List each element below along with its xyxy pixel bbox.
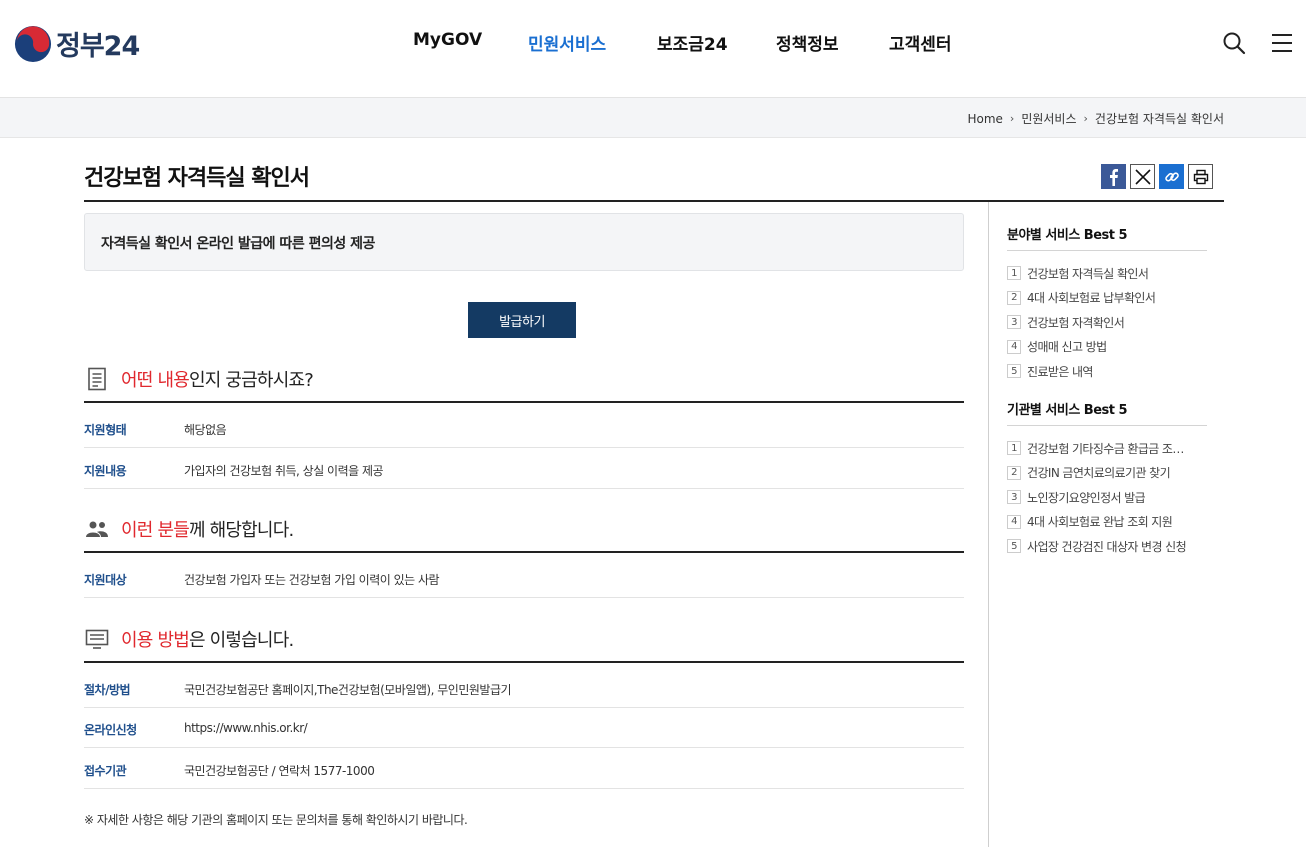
print-button[interactable]	[1188, 164, 1213, 189]
info-label: 지원대상	[84, 573, 127, 587]
menu-icon[interactable]	[1270, 31, 1294, 55]
info-label: 접수기관	[84, 764, 127, 778]
title-divider	[84, 200, 1224, 202]
facebook-share-button[interactable]	[1101, 164, 1126, 189]
print-icon	[1193, 169, 1208, 184]
section-divider	[84, 401, 964, 403]
info-label: 절차/방법	[84, 683, 131, 697]
info-row: 절차/방법 국민건강보험공단 홈페이지,The건강보험(모바일앱), 무인민원발…	[84, 668, 964, 708]
field-best-panel: 분야별 서비스 Best 5 1 건강보험 자격득실 확인서 2 4대 사회보험료 …	[1007, 224, 1207, 384]
section-title-rest: 께 해당합니다.	[188, 520, 294, 541]
nav-mygov[interactable]: MyGOV	[413, 30, 482, 50]
list-item[interactable]: 3 건강보험 자격확인서	[1007, 310, 1207, 335]
issue-button[interactable]: 발급하기	[468, 302, 576, 338]
section-title: 이런 분들께 해당합니다.	[121, 516, 294, 542]
section-how-heading: 이용 방법은 이렇습니다.	[84, 626, 964, 652]
list-item[interactable]: 5 사업장 건강검진 대상자 변경 신청	[1007, 534, 1207, 559]
list-item[interactable]: 2 4대 사회보험료 납부확인서	[1007, 286, 1207, 311]
section-what-heading: 어떤 내용인지 궁금하시죠?	[84, 366, 964, 392]
info-row: 지원대상 건강보험 가입자 또는 건강보험 가입 이력이 있는 사람	[84, 558, 964, 598]
info-label: 지원내용	[84, 464, 127, 478]
footnote: ※ 자세한 사항은 해당 기관의 홈페이지 또는 문의처를 통해 확인하시기 바…	[84, 813, 468, 827]
section-title: 이용 방법은 이렇습니다.	[121, 626, 294, 652]
section-title: 어떤 내용인지 궁금하시죠?	[121, 366, 314, 392]
sidebar-divider	[988, 202, 989, 847]
copy-link-button[interactable]	[1159, 164, 1184, 189]
chevron-right-icon: ›	[1009, 112, 1015, 125]
list-item[interactable]: 1 건강보험 기타징수금 환급금 조…	[1007, 436, 1207, 461]
info-value: 건강보험 가입자 또는 건강보험 가입 이력이 있는 사람	[184, 573, 440, 587]
agency-best-title: 기관별 서비스 Best 5	[1007, 399, 1207, 426]
breadcrumb: Home › 민원서비스 › 건강보험 자격득실 확인서	[967, 110, 1224, 127]
list-item[interactable]: 2 건강IN 금연치료의료기관 찾기	[1007, 461, 1207, 486]
online-apply-link[interactable]: https://www.nhis.or.kr/	[184, 721, 308, 735]
facebook-icon	[1109, 168, 1118, 186]
breadcrumb-home[interactable]: Home	[967, 112, 1002, 126]
agency-best-panel: 기관별 서비스 Best 5 1 건강보험 기타징수금 환급금 조… 2 건강IN …	[1007, 399, 1207, 559]
info-label: 온라인신청	[84, 723, 137, 737]
section-title-rest: 인지 궁금하시죠?	[188, 370, 314, 391]
list-item[interactable]: 1 건강보험 자격득실 확인서	[1007, 261, 1207, 286]
section-divider	[84, 661, 964, 663]
nav-subsidy24[interactable]: 보조금24	[657, 30, 728, 55]
breadcrumb-current[interactable]: 건강보험 자격득실 확인서	[1095, 110, 1224, 127]
breadcrumb-bar: Home › 민원서비스 › 건강보험 자격득실 확인서	[0, 98, 1306, 138]
nav-civil-service[interactable]: 민원서비스	[528, 30, 606, 55]
people-icon	[84, 516, 110, 542]
nav-policy-info[interactable]: 정책정보	[776, 30, 839, 55]
link-icon	[1164, 171, 1179, 182]
section-title-highlight: 이용 방법	[121, 630, 190, 651]
info-value: 국민건강보험공단 / 연락처 1577-1000	[184, 764, 375, 778]
list-item[interactable]: 4 4대 사회보험료 완납 조회 지원	[1007, 510, 1207, 535]
section-title-highlight: 어떤 내용	[121, 370, 190, 391]
agency-best-list: 1 건강보험 기타징수금 환급금 조… 2 건강IN 금연치료의료기관 찾기 3 노인…	[1007, 436, 1207, 559]
document-icon	[84, 366, 110, 392]
info-label: 지원형태	[84, 423, 127, 437]
search-icon[interactable]	[1222, 31, 1246, 55]
section-divider	[84, 551, 964, 553]
summary-box: 자격득실 확인서 온라인 발급에 따른 편의성 제공	[84, 213, 964, 271]
global-nav: MyGOV 민원서비스 보조금24 정책정보 고객센터	[0, 30, 1306, 56]
info-value: 가입자의 건강보험 취득, 상실 이력을 제공	[184, 464, 384, 478]
section-title-highlight: 이런 분들	[121, 520, 190, 541]
nav-customer-center[interactable]: 고객센터	[889, 30, 952, 55]
breadcrumb-civil-service[interactable]: 민원서비스	[1021, 110, 1076, 127]
info-value: 국민건강보험공단 홈페이지,The건강보험(모바일앱), 무인민원발급기	[184, 683, 512, 697]
section-title-rest: 은 이렇습니다.	[188, 630, 294, 651]
info-row: 지원형태 해당없음	[84, 408, 964, 448]
chevron-right-icon: ›	[1083, 112, 1088, 125]
list-item[interactable]: 5 진료받은 내역	[1007, 359, 1207, 384]
site-header: 정부24 MyGOV 민원서비스 보조금24 정책정보 고객센터	[0, 0, 1306, 98]
info-row: 지원내용 가입자의 건강보험 취득, 상실 이력을 제공	[84, 449, 964, 489]
monitor-icon	[84, 626, 110, 652]
info-value: 해당없음	[184, 423, 227, 437]
summary-text: 자격득실 확인서 온라인 발급에 따른 편의성 제공	[101, 236, 375, 252]
page-title: 건강보험 자격득실 확인서	[84, 166, 310, 191]
x-share-button[interactable]	[1130, 164, 1155, 189]
field-best-title: 분야별 서비스 Best 5	[1007, 224, 1207, 251]
info-row: 온라인신청 https://www.nhis.or.kr/	[84, 708, 964, 748]
field-best-list: 1 건강보험 자격득실 확인서 2 4대 사회보험료 납부확인서 3 건강보험 자격확…	[1007, 261, 1207, 384]
section-who-heading: 이런 분들께 해당합니다.	[84, 516, 964, 542]
info-row: 접수기관 국민건강보험공단 / 연락처 1577-1000	[84, 749, 964, 789]
x-icon	[1134, 168, 1151, 185]
list-item[interactable]: 4 성매매 신고 방법	[1007, 335, 1207, 360]
list-item[interactable]: 3 노인장기요양인정서 발급	[1007, 485, 1207, 510]
share-toolbar	[1101, 164, 1213, 189]
